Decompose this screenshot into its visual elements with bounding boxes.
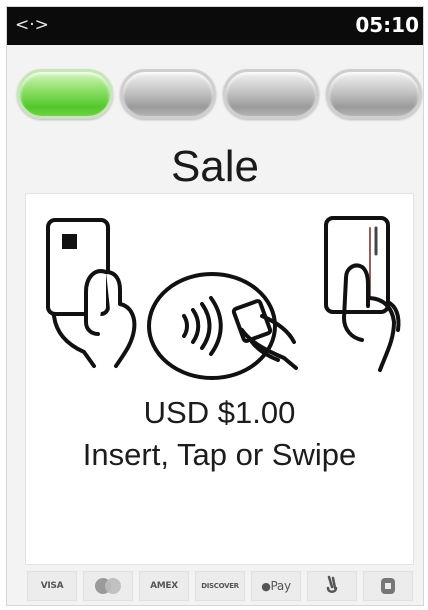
status-time: 05:10 xyxy=(355,13,419,37)
google-pay-icon xyxy=(307,571,357,601)
samsung-pay-icon xyxy=(363,571,413,601)
visa-icon: VISA xyxy=(27,571,77,601)
progress-step-3 xyxy=(223,69,319,119)
payment-instruction: Insert, Tap or Swipe xyxy=(82,437,357,472)
contactless-tap-icon xyxy=(147,272,298,380)
discover-icon: DISCOVER xyxy=(195,571,245,601)
progress-step-4 xyxy=(326,69,422,119)
insert-card-icon xyxy=(46,218,137,368)
payment-methods-illustration xyxy=(46,216,401,380)
swipe-card-icon xyxy=(324,216,401,372)
apple-pay-icon: ● Pay xyxy=(251,571,301,601)
sale-amount: USD $1.00 xyxy=(143,395,296,430)
american-express-icon: AMEX xyxy=(139,571,189,601)
payment-terminal-screen: <·> 05:10 Sale USD $1.00 Insert, Tap or … xyxy=(6,6,424,606)
progress-step-1 xyxy=(17,69,113,119)
accepted-card-brands: VISA AMEX DISCOVER ● Pay xyxy=(25,569,414,603)
page-title: Sale xyxy=(170,142,260,191)
progress-step-2 xyxy=(120,69,216,119)
network-arrows-icon: <·> xyxy=(15,15,49,35)
mastercard-icon xyxy=(83,571,133,601)
status-bar: <·> 05:10 xyxy=(7,7,423,45)
payment-prompt-panel: USD $1.00 Insert, Tap or Swipe xyxy=(25,193,414,565)
progress-steps xyxy=(13,69,422,123)
